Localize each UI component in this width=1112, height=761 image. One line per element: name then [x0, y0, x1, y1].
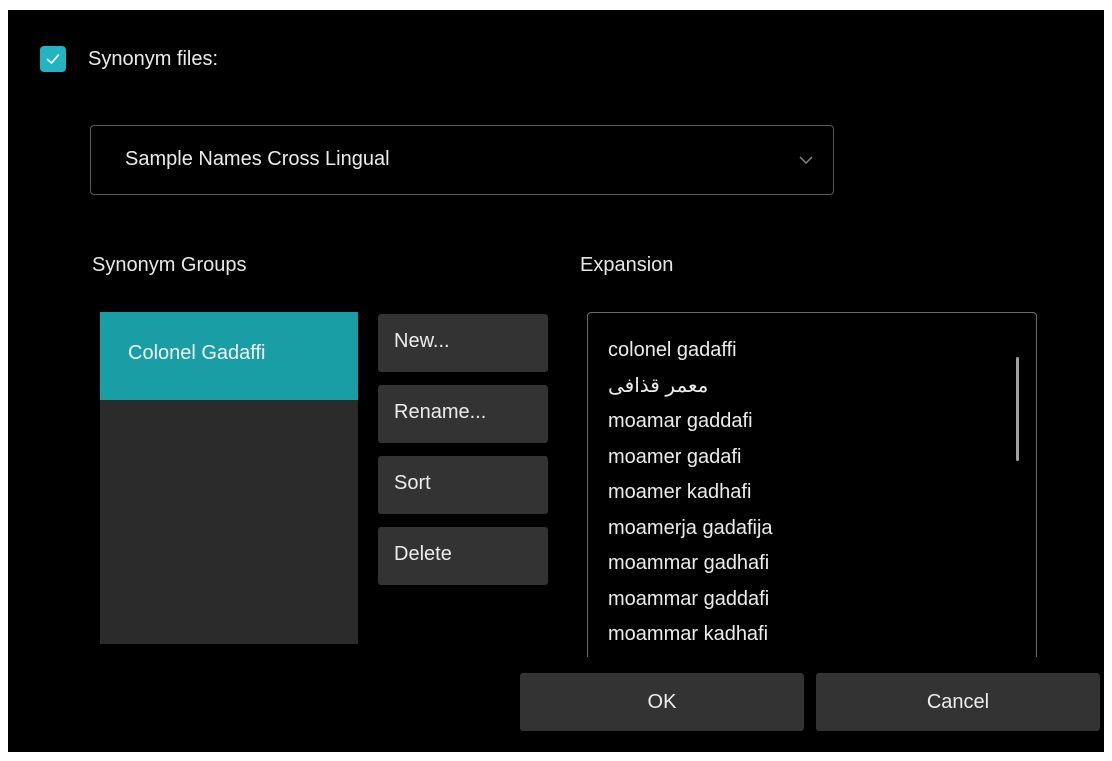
- expansion-item[interactable]: moammar gadhafi: [608, 546, 773, 582]
- expansion-list: colonel gadaffi معمر قذافى moamar gaddaf…: [608, 333, 773, 653]
- synonym-files-label: Synonym files:: [88, 47, 219, 70]
- synonym-groups-list[interactable]: Colonel Gadaffi: [100, 312, 358, 644]
- expansion-item[interactable]: moammar kadhafi: [608, 617, 773, 653]
- expansion-item[interactable]: moamerja gadafija: [608, 511, 773, 547]
- synonym-files-toggle[interactable]: Synonym files:: [40, 46, 218, 72]
- new-group-button[interactable]: New...: [378, 314, 548, 372]
- sort-groups-button[interactable]: Sort: [378, 456, 548, 514]
- checkmark-icon: [46, 54, 60, 64]
- expansion-item[interactable]: moamer gadafi: [608, 440, 773, 476]
- cancel-button[interactable]: Cancel: [816, 673, 1100, 731]
- ok-button[interactable]: OK: [520, 673, 804, 731]
- expansion-item[interactable]: moammar gaddafi: [608, 582, 773, 618]
- synonym-file-selected-value: Sample Names Cross Lingual: [125, 148, 390, 170]
- expansion-item[interactable]: moamer kadhafi: [608, 475, 773, 511]
- synonym-group-item-colonel-gadaffi[interactable]: Colonel Gadaffi: [100, 312, 358, 400]
- synonym-groups-heading: Synonym Groups: [92, 254, 247, 276]
- delete-group-button[interactable]: Delete: [378, 527, 548, 585]
- expansion-item[interactable]: معمر قذافى: [608, 369, 773, 405]
- expansion-list-box[interactable]: colonel gadaffi معمر قذافى moamar gaddaf…: [587, 312, 1037, 657]
- expansion-item[interactable]: moamar gaddafi: [608, 404, 773, 440]
- rename-group-button[interactable]: Rename...: [378, 385, 548, 443]
- synonym-files-checkbox[interactable]: [40, 46, 66, 72]
- expansion-scrollbar[interactable]: [1016, 357, 1019, 461]
- chevron-down-icon: [797, 153, 815, 171]
- expansion-heading: Expansion: [580, 254, 674, 276]
- synonym-dialog: Synonym files: Sample Names Cross Lingua…: [8, 10, 1104, 752]
- expansion-item[interactable]: colonel gadaffi: [608, 333, 773, 369]
- synonym-file-dropdown[interactable]: Sample Names Cross Lingual: [90, 125, 834, 195]
